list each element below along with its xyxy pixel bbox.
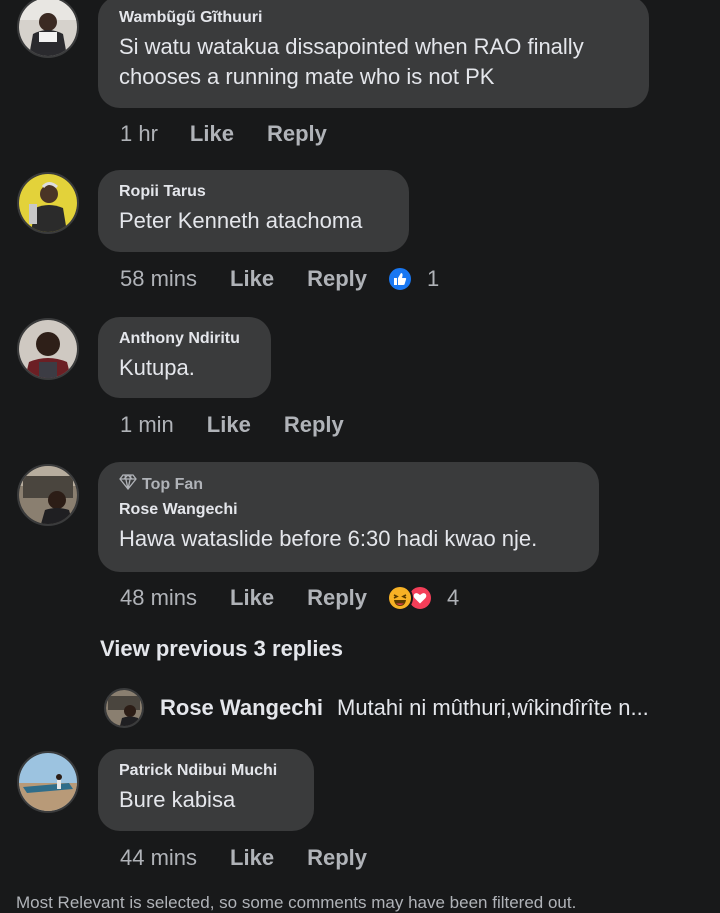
filter-notice: Most Relevant is selected, so some comme… — [16, 893, 577, 912]
comment-author[interactable]: Patrick Ndibui Muchi — [119, 761, 294, 781]
comment-actions: 48 mins Like Reply 4 — [120, 583, 459, 613]
reply-button[interactable]: Reply — [307, 266, 367, 292]
reply-button[interactable]: Reply — [307, 845, 367, 871]
reply-author[interactable]: Rose Wangechi — [160, 695, 323, 721]
reply-preview[interactable]: Rose Wangechi Mutahi ni mûthuri,wîkindîr… — [104, 688, 649, 728]
comment-time[interactable]: 48 mins — [120, 585, 197, 611]
comment-text: Peter Kenneth atachoma — [119, 208, 363, 233]
avatar[interactable] — [17, 751, 79, 813]
top-fan-badge: Top Fan — [119, 474, 579, 496]
comment-author[interactable]: Wambũgũ Gĩthuuri — [119, 8, 629, 28]
comment-text: Hawa wataslide before 6:30 hadi kwao nje… — [119, 526, 538, 551]
like-button[interactable]: Like — [230, 585, 274, 611]
comment-actions: 44 mins Like Reply — [120, 843, 367, 873]
reaction-count: 1 — [427, 266, 440, 291]
haha-icon — [387, 585, 413, 611]
comment-bubble: Patrick Ndibui Muchi Bure kabisa — [98, 749, 314, 831]
comment-bubble: Anthony Ndiritu Kutupa. — [98, 317, 271, 398]
like-button[interactable]: Like — [230, 845, 274, 871]
reaction-count: 4 — [447, 585, 460, 610]
avatar[interactable] — [17, 318, 79, 380]
reply-button[interactable]: Reply — [284, 412, 344, 438]
avatar[interactable] — [104, 688, 144, 728]
avatar[interactable] — [17, 464, 79, 526]
reply-snippet: Mutahi ni mûthuri,wîkindîrîte n... — [337, 695, 649, 720]
like-button[interactable]: Like — [190, 121, 234, 147]
comment-text: Si watu watakua dissapointed when RAO fi… — [119, 34, 584, 89]
like-icon — [387, 266, 413, 292]
reactions[interactable]: 4 — [387, 585, 459, 611]
comment-bubble: Wambũgũ Gĩthuuri Si watu watakua dissapo… — [98, 0, 649, 108]
comment-time[interactable]: 1 min — [120, 412, 174, 438]
comment-time[interactable]: 44 mins — [120, 845, 197, 871]
comment-author[interactable]: Anthony Ndiritu — [119, 329, 251, 349]
like-button[interactable]: Like — [207, 412, 251, 438]
comment-bubble: Ropii Tarus Peter Kenneth atachoma — [98, 170, 409, 252]
top-fan-label: Top Fan — [142, 476, 204, 493]
comment-actions: 58 mins Like Reply 1 — [120, 264, 439, 294]
reply-button[interactable]: Reply — [307, 585, 367, 611]
comment-time[interactable]: 1 hr — [120, 121, 158, 147]
comment-text: Bure kabisa — [119, 787, 236, 812]
reactions[interactable]: 1 — [387, 266, 439, 292]
comment-time[interactable]: 58 mins — [120, 266, 197, 292]
avatar[interactable] — [17, 0, 79, 58]
comment-bubble: Top Fan Rose Wangechi Hawa wataslide bef… — [98, 462, 599, 572]
avatar[interactable] — [17, 172, 79, 234]
like-button[interactable]: Like — [230, 266, 274, 292]
comment-author[interactable]: Ropii Tarus — [119, 182, 389, 202]
comment-actions: 1 min Like Reply — [120, 410, 344, 440]
reply-button[interactable]: Reply — [267, 121, 327, 147]
comment-text: Kutupa. — [119, 355, 195, 380]
view-previous-replies-link[interactable]: View previous 3 replies — [100, 636, 343, 662]
comment-actions: 1 hr Like Reply — [120, 119, 327, 149]
diamond-icon — [119, 474, 137, 496]
comment-author[interactable]: Rose Wangechi — [119, 500, 579, 520]
